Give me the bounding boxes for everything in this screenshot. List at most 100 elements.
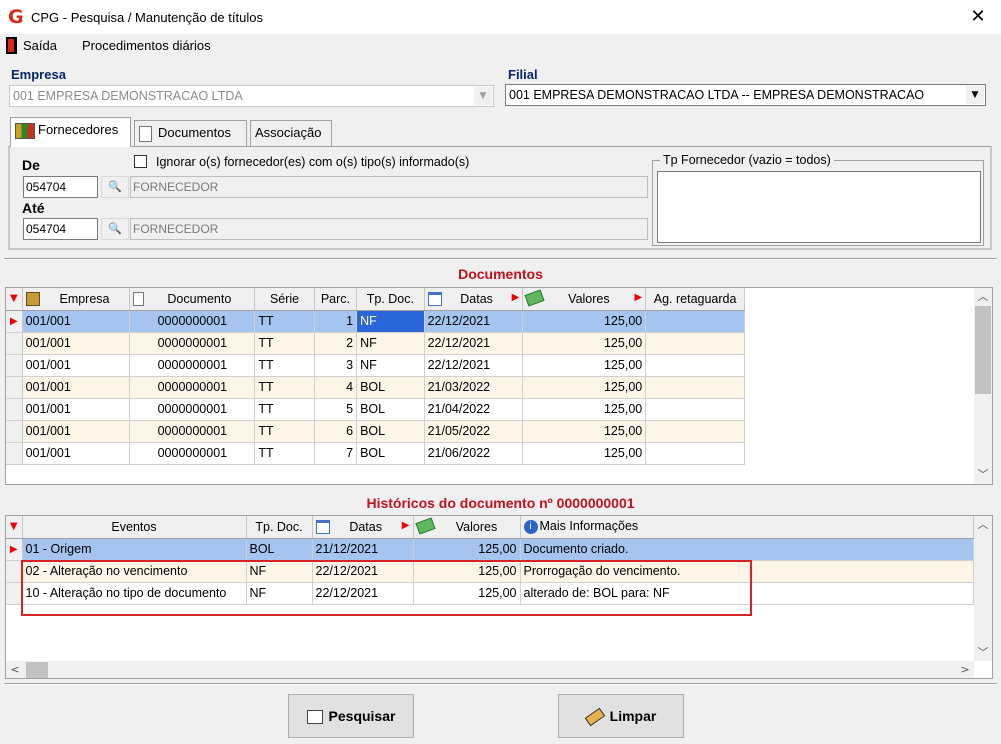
search-button[interactable]: Pesquisar [288, 694, 414, 738]
cell-1: 0000000001 [129, 354, 256, 377]
scroll-thumb[interactable] [975, 306, 991, 394]
tp-fornecedor-label: Tp Fornecedor (vazio = todos) [660, 153, 834, 167]
cell-7 [645, 420, 745, 443]
history-hscrollbar[interactable]: < > [6, 661, 974, 678]
cell-2: TT [254, 354, 315, 377]
table-row[interactable]: 001/001 0000000001 TT 3 NF 22/12/2021 125,00 [6, 354, 745, 377]
col-datas[interactable]: Datas ▶ [312, 516, 414, 539]
documents-grid[interactable]: ▼ Empresa Documento Série Parc. Tp. Doc.… [5, 287, 993, 485]
col-tp-doc-label: Tp. Doc. [366, 291, 414, 306]
col-valores[interactable]: Valores [413, 516, 521, 539]
suppliers-icon [15, 122, 35, 139]
divider [4, 258, 997, 260]
col-tp-doc[interactable]: Tp. Doc. [356, 288, 425, 311]
cell-3: 1 [314, 310, 358, 333]
cell-1: BOL [246, 538, 313, 561]
scroll-down-icon[interactable]: ﹀ [974, 466, 992, 483]
scroll-thumb[interactable] [26, 662, 48, 678]
cell-1: 0000000001 [129, 310, 256, 333]
scroll-up-icon[interactable]: ︿ [974, 288, 992, 305]
list-item[interactable]: ▶ 01 - Origem BOL 21/12/2021 125,00 Documento… [6, 538, 974, 561]
tab-fornecedores-label: Fornecedores [38, 122, 119, 137]
sort-arrow-icon: ▶ [401, 519, 410, 531]
money-icon [524, 289, 545, 307]
cell-2: TT [254, 376, 315, 399]
tab-associacao[interactable]: Associação [250, 120, 332, 146]
cell-3: 5 [314, 398, 358, 421]
documents-scrollbar[interactable]: ︿ ﹀ [974, 288, 992, 484]
binoculars-search-icon[interactable]: 🔍 [101, 176, 129, 198]
cell-0: 001/001 [22, 354, 131, 377]
table-row[interactable]: 001/001 0000000001 TT 5 BOL 21/04/2022 125,00 [6, 398, 745, 421]
scroll-down-icon[interactable]: ﹀ [974, 644, 992, 661]
col-serie[interactable]: Série [254, 288, 315, 311]
de-code-input[interactable]: 054704 [23, 176, 98, 198]
cell-6: 125,00 [522, 310, 647, 333]
cell-6: 125,00 [522, 420, 647, 443]
ate-code-input[interactable]: 054704 [23, 218, 98, 240]
col-eventos[interactable]: Eventos [22, 516, 247, 539]
document-icon [139, 125, 152, 142]
col-ag-retaguarda[interactable]: Ag. retaguarda [645, 288, 745, 311]
cell-2: 21/12/2021 [312, 538, 414, 561]
col-valores[interactable]: Valores ▶ [522, 288, 647, 311]
ignore-checkbox[interactable] [134, 155, 147, 168]
col-parc[interactable]: Parc. [314, 288, 358, 311]
cell-7 [645, 332, 745, 355]
cell-4: Documento criado. [520, 538, 974, 561]
menu-daily-procedures[interactable]: Procedimentos diários [82, 38, 211, 53]
cell-6: 125,00 [522, 376, 647, 399]
search-document-icon [306, 710, 323, 725]
clear-button[interactable]: Limpar [558, 694, 684, 738]
cell-4: BOL [356, 398, 425, 421]
tab-associacao-label: Associação [255, 125, 322, 140]
cell-0: 01 - Origem [22, 538, 247, 561]
table-row[interactable]: 001/001 0000000001 TT 4 BOL 21/03/2022 125,00 [6, 376, 745, 399]
col-ag-retaguarda-label: Ag. retaguarda [653, 291, 737, 306]
filial-select[interactable]: 001 EMPRESA DEMONSTRACAO LTDA -- EMPRESA… [505, 84, 986, 106]
row-indicator [6, 442, 23, 465]
scroll-up-icon[interactable]: ︿ [974, 516, 992, 533]
scroll-left-icon[interactable]: < [6, 661, 24, 678]
table-row[interactable]: 001/001 0000000001 TT 6 BOL 21/05/2022 125,00 [6, 420, 745, 443]
col-tp-doc-label: Tp. Doc. [255, 519, 303, 534]
scroll-right-icon[interactable]: > [956, 661, 974, 678]
cell-4: NF [356, 310, 425, 333]
binoculars-search-icon[interactable]: 🔍 [101, 218, 129, 240]
cell-4: BOL [356, 420, 425, 443]
col-mais-informacoes[interactable]: i Mais Informações [520, 516, 974, 539]
col-tp-doc[interactable]: Tp. Doc. [246, 516, 313, 539]
cell-7 [645, 442, 745, 465]
col-documento[interactable]: Documento [129, 288, 256, 311]
history-vscrollbar[interactable]: ︿ ﹀ [974, 516, 992, 661]
close-button[interactable]: ✕ [966, 6, 990, 28]
col-empresa[interactable]: Empresa [22, 288, 131, 311]
cell-7 [645, 376, 745, 399]
ignore-label: Ignorar o(s) fornecedor(es) com o(s) tip… [156, 155, 470, 169]
filial-value: 001 EMPRESA DEMONSTRACAO LTDA -- EMPRESA… [509, 88, 925, 102]
table-row[interactable]: 001/001 0000000001 TT 2 NF 22/12/2021 125,00 [6, 332, 745, 355]
info-icon: i [523, 520, 538, 535]
tab-documentos[interactable]: Documentos [134, 120, 247, 146]
cell-3: 6 [314, 420, 358, 443]
empresa-select[interactable]: 001 EMPRESA DEMONSTRACAO LTDA ▼ [9, 85, 494, 107]
col-serie-label: Série [269, 291, 300, 306]
table-row[interactable]: 001/001 0000000001 TT 7 BOL 21/06/2022 125,00 [6, 442, 745, 465]
cell-0: 001/001 [22, 420, 131, 443]
menu-bar: Saída Procedimentos diários [0, 34, 1001, 58]
tab-fornecedores[interactable]: Fornecedores [10, 117, 131, 147]
row-indicator [6, 354, 23, 377]
title-bar: G CPG - Pesquisa / Manutenção de títulos… [0, 0, 1001, 34]
menu-exit[interactable]: Saída [23, 38, 57, 53]
col-empresa-label: Empresa [59, 291, 110, 306]
row-indicator [6, 582, 23, 605]
col-datas[interactable]: Datas ▶ [424, 288, 524, 311]
row-indicator [6, 332, 23, 355]
cell-2: TT [254, 442, 315, 465]
table-row[interactable]: ▶ 001/001 0000000001 TT 1 NF 22/12/2021 125,00 [6, 310, 745, 333]
divider [4, 683, 997, 685]
cell-6: 125,00 [522, 332, 647, 355]
col-parc-label: Parc. [320, 291, 351, 306]
tp-fornecedor-list[interactable] [657, 171, 981, 243]
cell-0: 001/001 [22, 310, 131, 333]
